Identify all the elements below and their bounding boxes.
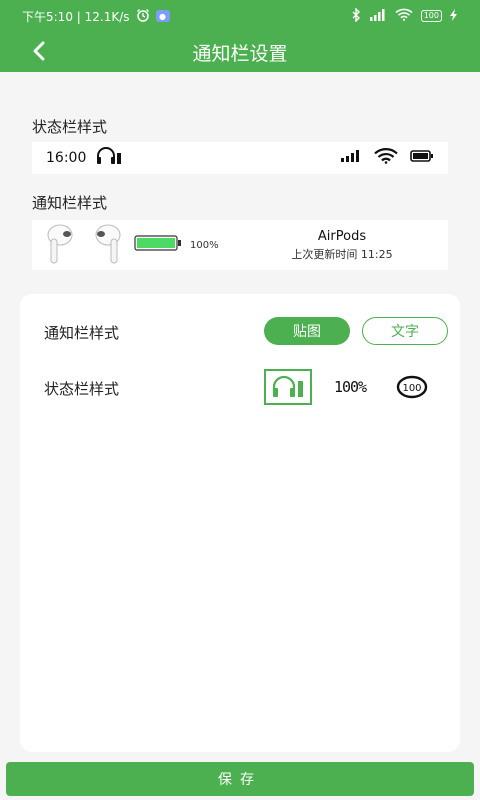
notification-preview: 100% AirPods 上次更新时间 11:25 [32, 220, 448, 270]
bluetooth-icon [351, 6, 361, 25]
preview-battery-icon [410, 150, 434, 166]
airpod-right-icon [88, 221, 128, 269]
chevron-left-icon [33, 41, 45, 61]
battery-indicator: 100 [420, 10, 442, 22]
circle-option-label: 100 [402, 383, 421, 394]
status-style-circle-option[interactable]: 100 [388, 369, 436, 405]
notify-style-heading: 通知栏样式 [32, 194, 108, 212]
back-button[interactable] [26, 38, 52, 64]
option-text-button[interactable]: 文字 [362, 317, 448, 345]
wifi-icon [395, 8, 413, 24]
battery-percent: 100% [190, 239, 219, 251]
status-time-speed: 下午5:10 | 12.1K/s [22, 9, 130, 24]
preview-time: 16:00 [46, 150, 87, 166]
preview-wifi-icon [374, 148, 398, 168]
preview-signal-icon [340, 150, 362, 166]
option-sticker-button[interactable]: 贴图 [264, 317, 350, 345]
status-bar-preview: 16:00 [32, 142, 448, 174]
system-status-bar: 下午5:10 | 12.1K/s ● 100 [0, 0, 480, 32]
headphones-battery-icon [272, 375, 303, 397]
alarm-icon [136, 8, 150, 25]
headphones-battery-icon [96, 147, 122, 169]
save-button[interactable]: 保存 [6, 762, 474, 796]
circle-100-icon: 100 [396, 375, 428, 399]
app-notification-icon: ● [155, 10, 170, 22]
device-info: AirPods 上次更新时间 11:25 [267, 229, 417, 262]
percent-option-label: 100% [333, 378, 367, 396]
status-style-heading: 状态栏样式 [32, 118, 108, 136]
device-name: AirPods [317, 228, 367, 244]
cellular-signal-icon [369, 8, 387, 24]
status-style-label: 状态栏样式 [44, 380, 120, 398]
charging-icon [450, 8, 458, 24]
status-style-icon-option[interactable] [264, 369, 312, 405]
app-bar: 通知栏设置 [0, 32, 480, 72]
settings-card: 通知栏样式 贴图 文字 状态栏样式 100% 100 [20, 294, 460, 752]
notify-style-label: 通知栏样式 [44, 324, 120, 342]
last-update-time: 上次更新时间 11:25 [291, 247, 393, 261]
status-style-percent-option[interactable]: 100% [326, 369, 374, 405]
airpods-battery-icon [134, 235, 182, 255]
page-title: 通知栏设置 [192, 42, 288, 65]
airpod-left-icon [40, 221, 80, 269]
